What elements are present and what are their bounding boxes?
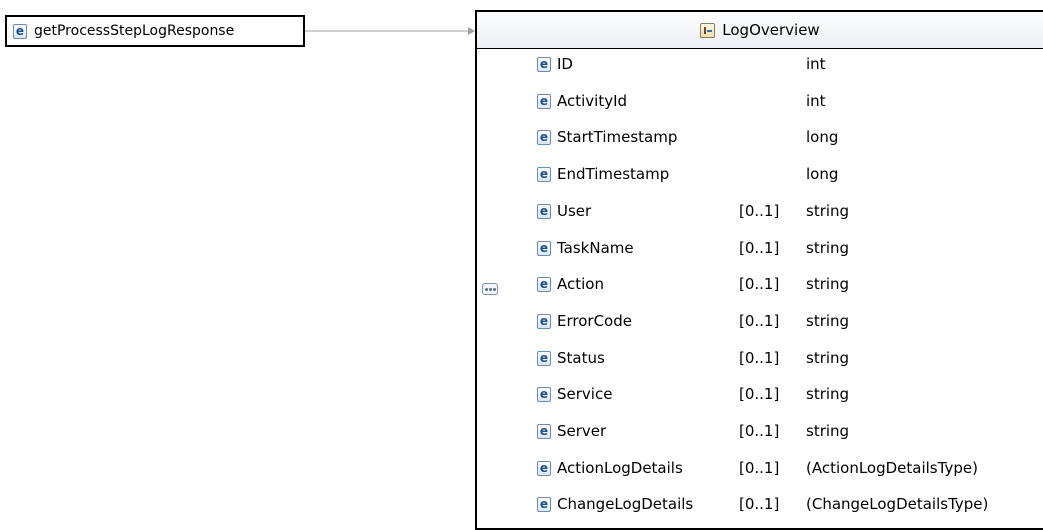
element-row[interactable]: e Status [0..1] string xyxy=(477,340,1043,376)
element-name: ChangeLogDetails xyxy=(557,495,694,514)
element-cardinality: [0..1] xyxy=(739,385,780,404)
element-name: Status xyxy=(557,348,605,367)
element-badge-icon: e xyxy=(537,130,551,146)
element-row[interactable]: e EndTimestamp long xyxy=(477,156,1043,192)
element-type: long xyxy=(806,165,839,184)
element-badge-icon: e xyxy=(13,23,27,39)
sequence-dot xyxy=(488,287,492,291)
complex-type-header: LogOverview xyxy=(477,12,1043,49)
element-row[interactable]: e Service [0..1] string xyxy=(477,376,1043,412)
element-type: string xyxy=(806,201,850,220)
element-badge-icon: e xyxy=(537,57,551,72)
element-name: Service xyxy=(557,385,613,404)
element-name: Server xyxy=(557,422,607,440)
element-cardinality: [0..1] xyxy=(739,238,780,257)
element-row[interactable]: e ErrorCode [0..1] string xyxy=(477,303,1043,339)
sequence-dot xyxy=(492,287,496,291)
complex-type-title: LogOverview xyxy=(722,21,820,39)
element-cardinality: [0..1] xyxy=(739,422,780,440)
element-row[interactable]: e Action [0..1] string xyxy=(477,266,1043,302)
element-badge-icon: e xyxy=(537,277,551,293)
element-type: long xyxy=(806,128,839,147)
element-row[interactable]: e ChangeLogDetails [0..1] (ChangeLogDetails… xyxy=(477,486,1043,522)
element-type: string xyxy=(806,348,850,367)
complex-type-box[interactable]: LogOverview e ID int e ActivityId int e StartTi… xyxy=(475,10,1043,530)
element-row[interactable]: e ID int xyxy=(477,46,1043,82)
element-badge-icon: e xyxy=(537,313,551,329)
element-badge-icon: e xyxy=(537,93,551,109)
element-name: User xyxy=(557,201,592,220)
element-name: ActivityId xyxy=(557,91,628,110)
element-type: string xyxy=(806,311,850,330)
element-type: int xyxy=(806,91,826,110)
element-cardinality: [0..1] xyxy=(739,495,780,514)
sequence-dot xyxy=(484,287,488,291)
element-badge-icon: e xyxy=(537,424,551,439)
element-badge-icon: e xyxy=(537,203,551,219)
element-name: ErrorCode xyxy=(557,311,632,330)
element-row[interactable]: e ActivityId int xyxy=(477,83,1043,119)
element-row[interactable]: e TaskName [0..1] string xyxy=(477,230,1043,266)
element-row[interactable]: e Server [0..1] string xyxy=(477,413,1043,449)
element-name: EndTimestamp xyxy=(557,165,670,184)
sequence-icon[interactable] xyxy=(482,283,498,295)
element-type: (ChangeLogDetailsType) xyxy=(806,495,989,514)
element-cardinality: [0..1] xyxy=(739,311,780,330)
element-badge-icon: e xyxy=(537,167,551,183)
element-cardinality: [0..1] xyxy=(739,458,780,477)
complex-type-icon xyxy=(700,22,716,38)
element-cardinality: [0..1] xyxy=(739,348,780,367)
element-type: string xyxy=(806,385,850,404)
element-badge-icon: e xyxy=(537,497,551,513)
element-badge-icon: e xyxy=(537,240,551,256)
element-type: string xyxy=(806,422,850,440)
element-badge-icon: e xyxy=(537,387,551,403)
root-element-getProcessStepLogResponse[interactable]: e getProcessStepLogResponse xyxy=(5,15,305,47)
connector-arrowhead xyxy=(468,27,475,35)
element-row[interactable]: e ActionLogDetails [0..1] (ActionLogDetails… xyxy=(477,450,1043,486)
element-badge-icon: e xyxy=(537,460,551,476)
element-cardinality: [0..1] xyxy=(739,275,780,294)
element-type: int xyxy=(806,55,826,73)
element-name: Action xyxy=(557,275,604,294)
element-name: ID xyxy=(557,55,573,73)
element-name: StartTimestamp xyxy=(557,128,678,147)
element-cardinality: [0..1] xyxy=(739,201,780,220)
element-name: TaskName xyxy=(557,238,634,257)
element-name: ActionLogDetails xyxy=(557,458,683,477)
root-element-name: getProcessStepLogResponse xyxy=(34,23,235,39)
element-row[interactable]: e User [0..1] string xyxy=(477,193,1043,229)
element-type: string xyxy=(806,275,850,294)
element-badge-icon: e xyxy=(537,350,551,366)
element-row[interactable]: e StartTimestamp long xyxy=(477,119,1043,155)
element-type: (ActionLogDetailsType) xyxy=(806,458,978,477)
element-type: string xyxy=(806,238,850,257)
